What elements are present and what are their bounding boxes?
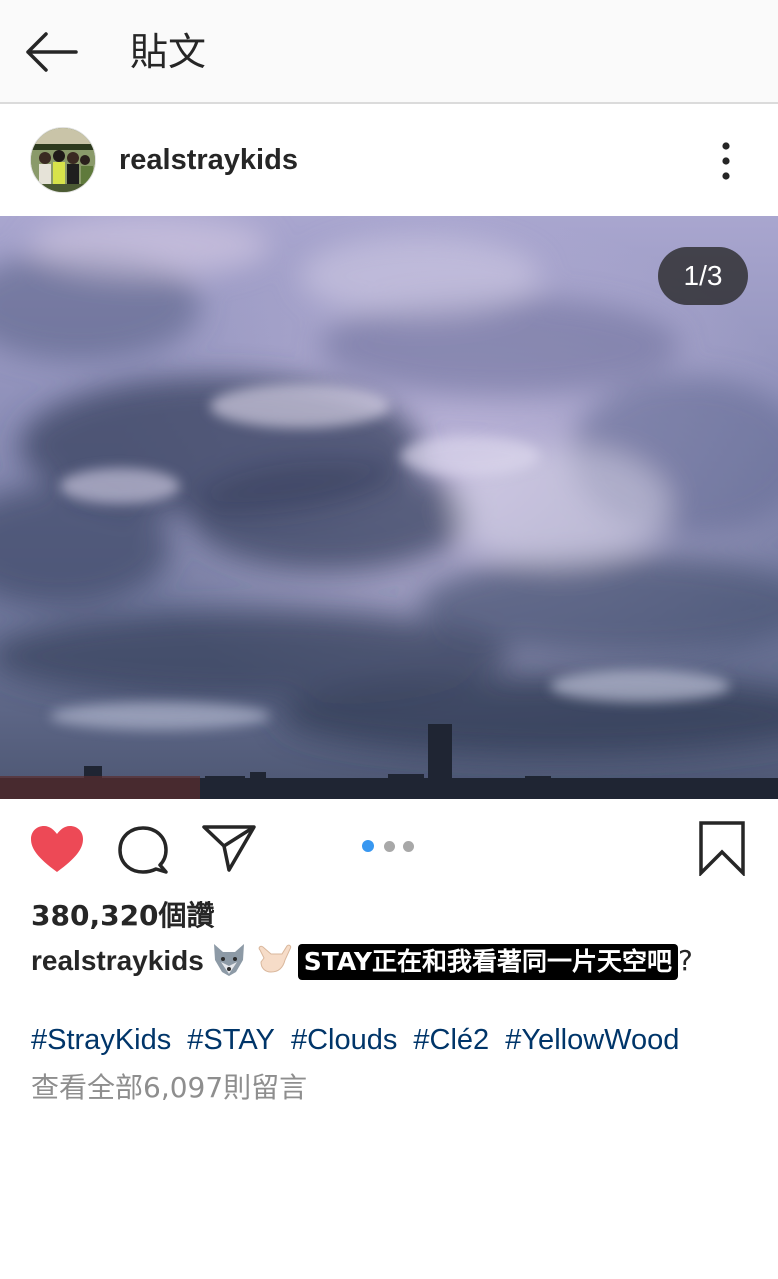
- carousel-dot-active: [362, 840, 374, 852]
- image-counter-badge: 1/3: [658, 247, 748, 305]
- avatar[interactable]: [30, 127, 96, 193]
- caption-username[interactable]: realstraykids: [31, 945, 204, 976]
- avatar-photo: [31, 128, 95, 192]
- carousel-dot: [384, 841, 395, 852]
- comment-button[interactable]: [116, 824, 170, 876]
- caption-tail-text: ?: [677, 944, 693, 977]
- view-all-comments-link[interactable]: 查看全部6,097則留言: [31, 1068, 307, 1108]
- share-button[interactable]: [200, 822, 258, 874]
- like-count[interactable]: 380,320個讚: [31, 896, 215, 936]
- page-title: 貼文: [130, 30, 207, 74]
- post-image[interactable]: [0, 216, 778, 799]
- save-button[interactable]: [696, 820, 748, 878]
- caption-sticker-text: STAY正在和我看著同一片天空吧: [297, 944, 678, 980]
- cloudy-sky-photo: [0, 216, 778, 799]
- post-header: realstraykids: [0, 106, 778, 216]
- bookmark-icon: [699, 821, 745, 878]
- post-action-bar: [0, 800, 778, 900]
- more-options-button[interactable]: [710, 136, 742, 186]
- top-app-bar: 貼文: [0, 0, 778, 104]
- hashtag-link[interactable]: #STAY: [187, 1024, 275, 1056]
- like-button[interactable]: [28, 824, 86, 876]
- arrow-left-icon: [26, 32, 78, 72]
- hashtag-link[interactable]: #StrayKids: [31, 1024, 171, 1056]
- post-username[interactable]: realstraykids: [119, 140, 298, 180]
- speech-bubble-icon: [118, 826, 168, 874]
- paper-plane-icon: [202, 825, 256, 872]
- hashtag-list: #StrayKids #STAY #Clouds #Clé2 #YellowWo…: [31, 1020, 687, 1060]
- call-me-hand-emoji-icon: [254, 940, 292, 978]
- heart-filled-icon: [31, 826, 83, 872]
- hashtag-link[interactable]: #Clé2: [413, 1024, 489, 1056]
- post-caption: realstraykids STAY正在和我看著同一片天空吧?: [31, 940, 751, 984]
- carousel-dot: [403, 841, 414, 852]
- back-button[interactable]: [22, 28, 80, 76]
- wolf-emoji-icon: [210, 940, 248, 978]
- hashtag-link[interactable]: #YellowWood: [505, 1024, 679, 1056]
- carousel-indicator: [362, 840, 422, 854]
- vertical-ellipsis-icon: [722, 142, 730, 180]
- hashtag-link[interactable]: #Clouds: [291, 1024, 397, 1056]
